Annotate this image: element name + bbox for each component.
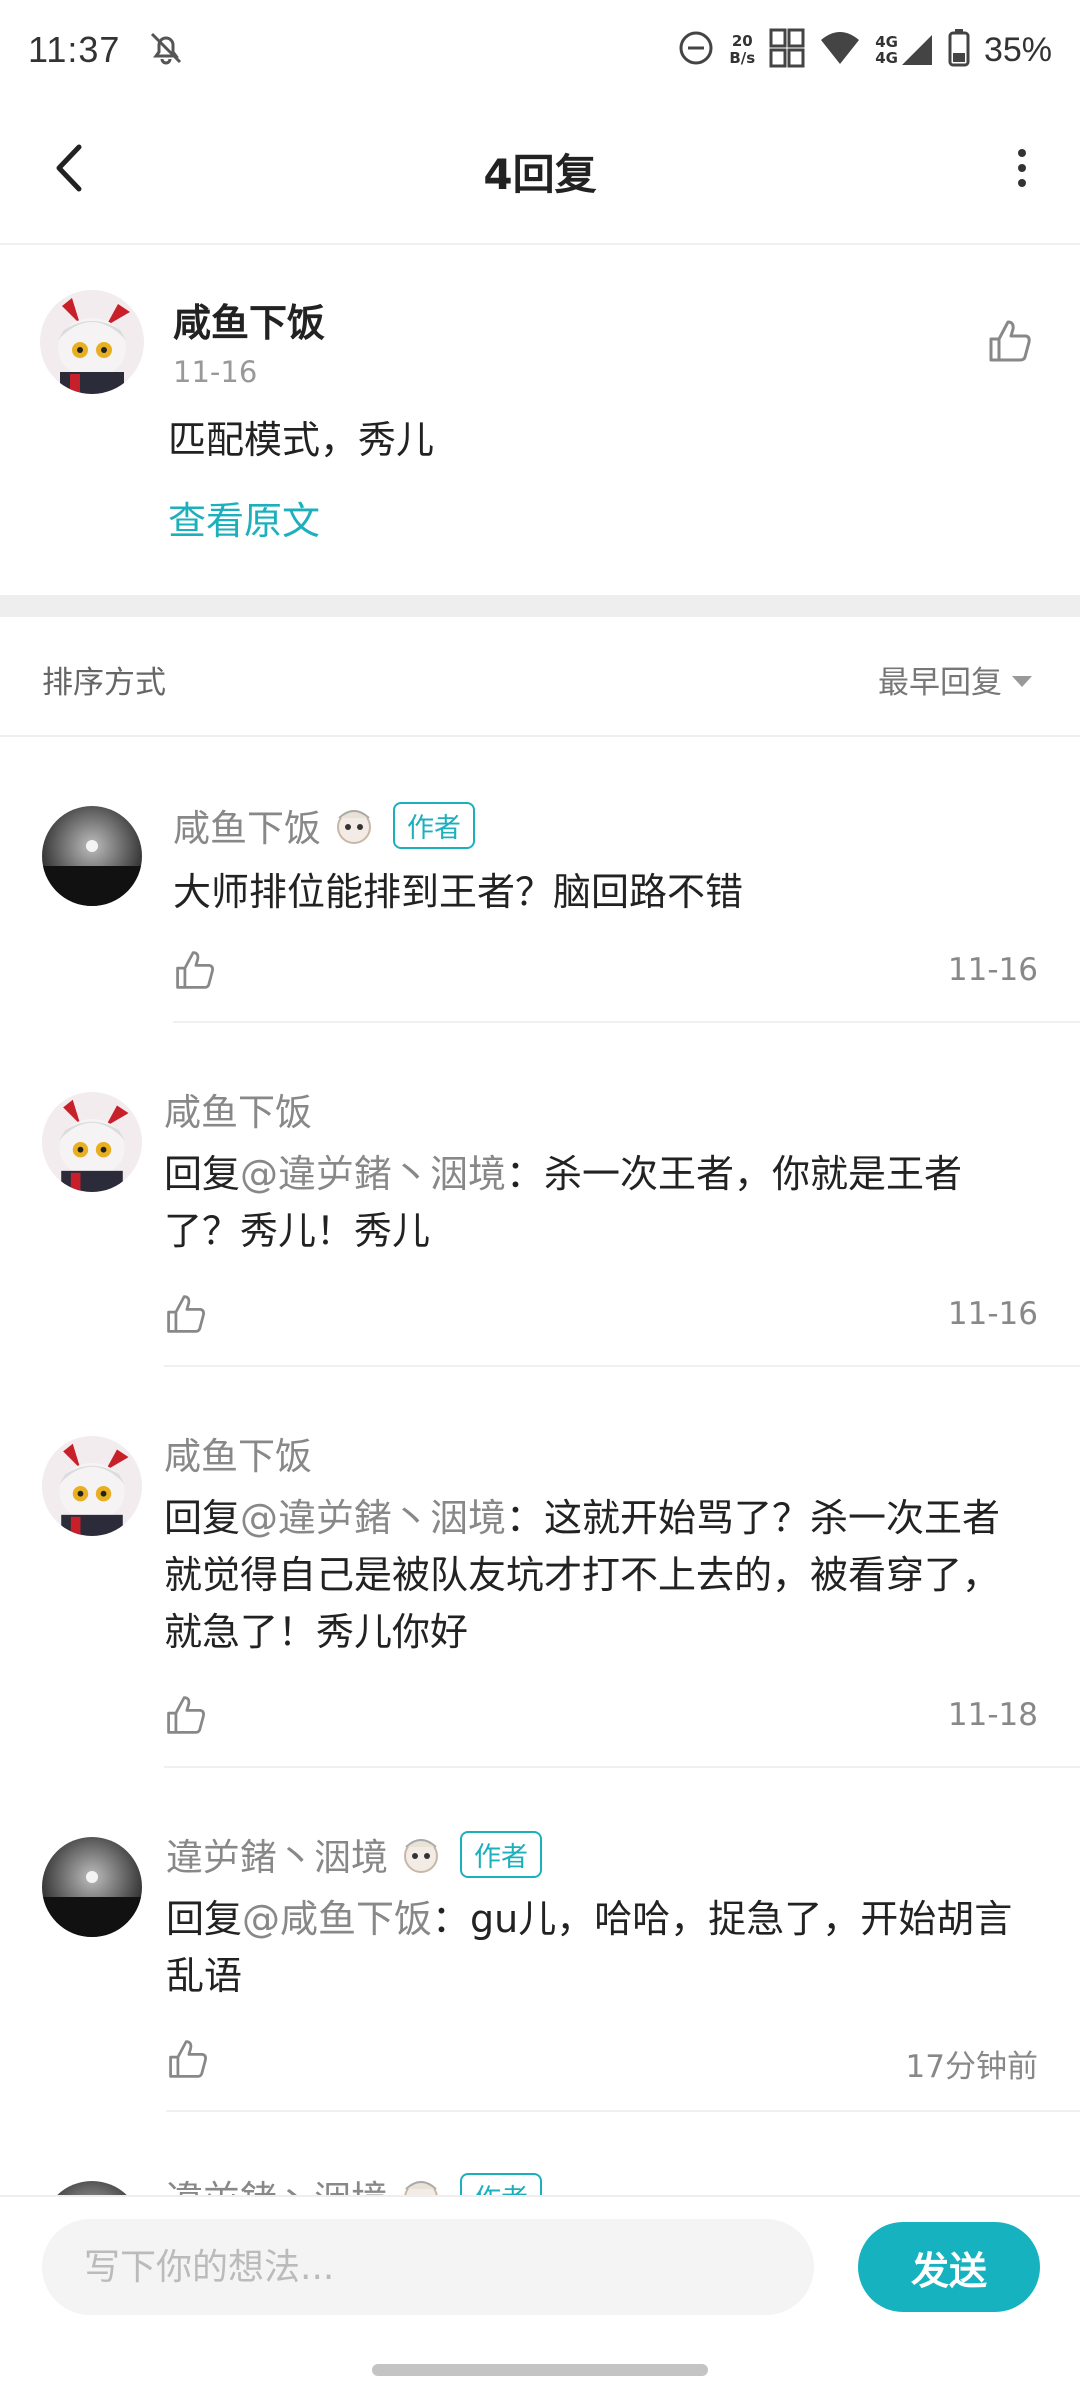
caret-down-icon bbox=[1012, 676, 1032, 687]
home-indicator[interactable] bbox=[372, 2364, 708, 2376]
author-decoration-icon bbox=[398, 1831, 444, 1877]
original-comment: 咸鱼下饭 11-16 匹配模式，秀儿 查看原文 bbox=[0, 247, 1080, 595]
thumbs-up-icon bbox=[176, 951, 214, 989]
send-button[interactable]: 发送 bbox=[858, 2222, 1040, 2312]
chevron-left-icon bbox=[56, 144, 82, 192]
thumbs-up-icon bbox=[169, 2040, 207, 2078]
wifi-icon bbox=[819, 30, 861, 70]
section-divider bbox=[0, 595, 1080, 617]
avatar[interactable] bbox=[42, 806, 142, 906]
reply-text: 回复@咸鱼下饭：gu儿，哈哈，捉急了，开始胡言乱语 bbox=[166, 1897, 1013, 1998]
like-button[interactable] bbox=[986, 317, 1034, 365]
reply-author[interactable]: 咸鱼下饭 bbox=[164, 1426, 312, 1480]
reply-time: 11-18 bbox=[947, 1697, 1038, 1733]
reply-author[interactable]: 咸鱼下饭 bbox=[164, 1082, 312, 1136]
mention-link[interactable]: @咸鱼下饭 bbox=[242, 1897, 432, 1941]
reply-author[interactable]: 咸鱼下饭 bbox=[173, 798, 321, 852]
reply-text: 回复@違屰鍺丶洇境：这就开始骂了？杀一次王者就觉得自己是被队友坑才打不上去的，被… bbox=[164, 1496, 1001, 1654]
hd-icon bbox=[769, 28, 805, 72]
reply-time: 17分钟前 bbox=[905, 2049, 1038, 2085]
page-title: 4回复 bbox=[483, 150, 597, 199]
thumbs-up-icon bbox=[989, 320, 1031, 362]
comment-date: 11-16 bbox=[173, 355, 258, 389]
network-speed: 20 B/s bbox=[729, 32, 756, 67]
more-vertical-icon bbox=[1018, 149, 1026, 187]
reply-time: 11-16 bbox=[947, 1296, 1038, 1332]
avatar[interactable] bbox=[42, 1436, 142, 1536]
sort-dropdown[interactable]: 最早回复 bbox=[878, 657, 1032, 702]
like-button[interactable] bbox=[166, 2037, 210, 2081]
reply-item: 咸鱼下饭 回复@違屰鍺丶洇境：这就开始骂了？杀一次王者就觉得自己是被队友坑才打不… bbox=[0, 1368, 1080, 1768]
back-button[interactable] bbox=[40, 138, 100, 198]
comment-text: 匹配模式，秀儿 bbox=[168, 418, 435, 462]
reply-text: 回复@違屰鍺丶洇境：杀一次王者，你就是王者了？秀儿！秀儿 bbox=[164, 1152, 963, 1253]
sort-label: 排序方式 bbox=[42, 665, 166, 701]
comment-author[interactable]: 咸鱼下饭 bbox=[173, 292, 325, 347]
divider bbox=[164, 1365, 1080, 1367]
reply-author-row: 咸鱼下饭 作者 bbox=[173, 798, 475, 852]
do-not-disturb-icon bbox=[677, 29, 715, 71]
reply-author-row: 咸鱼下饭 bbox=[164, 1426, 312, 1480]
divider bbox=[164, 1766, 1080, 1768]
battery-percent: 35% bbox=[983, 30, 1052, 69]
like-button[interactable] bbox=[164, 1292, 208, 1336]
reply-author-row: 咸鱼下饭 bbox=[164, 1082, 312, 1136]
divider bbox=[166, 2110, 1080, 2112]
sort-selected-value: 最早回复 bbox=[878, 665, 1002, 701]
status-time: 11:37 bbox=[28, 29, 121, 70]
reply-author-row: 違屰鍺丶洇境 作者 bbox=[166, 1827, 542, 1881]
comment-input[interactable] bbox=[42, 2219, 814, 2315]
like-button[interactable] bbox=[173, 948, 217, 992]
avatar[interactable] bbox=[42, 1092, 142, 1192]
avatar[interactable] bbox=[40, 290, 144, 394]
cellular-signal-icon: 4G 4G bbox=[875, 33, 934, 67]
reply-author-row: 違屰鍺丶洇境 作者 bbox=[166, 2169, 542, 2195]
view-original-link[interactable]: 查看原文 bbox=[168, 490, 320, 545]
battery-icon bbox=[948, 29, 970, 71]
divider bbox=[173, 1021, 1080, 1023]
avatar[interactable] bbox=[42, 1837, 142, 1937]
author-decoration-icon bbox=[331, 802, 377, 848]
author-decoration-icon bbox=[398, 2173, 444, 2195]
thumbs-up-icon bbox=[167, 1696, 205, 1734]
author-badge: 作者 bbox=[393, 801, 475, 849]
reply-text: 大师排位能排到王者？脑回路不错 bbox=[173, 870, 744, 914]
mention-link[interactable]: @違屰鍺丶洇境 bbox=[240, 1152, 506, 1196]
reply-item: 咸鱼下饭 回复@違屰鍺丶洇境：杀一次王者，你就是王者了？秀儿！秀儿 11-16 bbox=[0, 1024, 1080, 1367]
status-bar: 11:37 20 B/s 4G 4G 35% bbox=[0, 0, 1080, 100]
author-badge: 作者 bbox=[460, 2172, 542, 2195]
reply-item: 咸鱼下饭 作者 大师排位能排到王者？脑回路不错 11-16 bbox=[0, 738, 1080, 1023]
reply-item: 違屰鍺丶洇境 作者 回复@咸鱼下饭：gu儿，哈哈，捉急了，开始胡言乱语 17分钟… bbox=[0, 1769, 1080, 2112]
avatar[interactable] bbox=[42, 2181, 142, 2195]
notifications-off-icon bbox=[146, 28, 186, 72]
reply-time: 11-16 bbox=[947, 952, 1038, 988]
comment-composer: 发送 bbox=[0, 2195, 1080, 2335]
reply-author[interactable]: 違屰鍺丶洇境 bbox=[166, 1827, 388, 1881]
like-button[interactable] bbox=[164, 1693, 208, 1737]
author-badge: 作者 bbox=[460, 1830, 542, 1878]
thumbs-up-icon bbox=[167, 1295, 205, 1333]
more-options-button[interactable] bbox=[992, 138, 1052, 198]
reply-item: 違屰鍺丶洇境 作者 bbox=[0, 2113, 1080, 2195]
reply-author[interactable]: 違屰鍺丶洇境 bbox=[166, 2169, 388, 2195]
sort-bar: 排序方式 最早回复 bbox=[0, 617, 1080, 737]
top-nav-bar: 4回复 bbox=[0, 100, 1080, 245]
mention-link[interactable]: @違屰鍺丶洇境 bbox=[240, 1496, 506, 1540]
